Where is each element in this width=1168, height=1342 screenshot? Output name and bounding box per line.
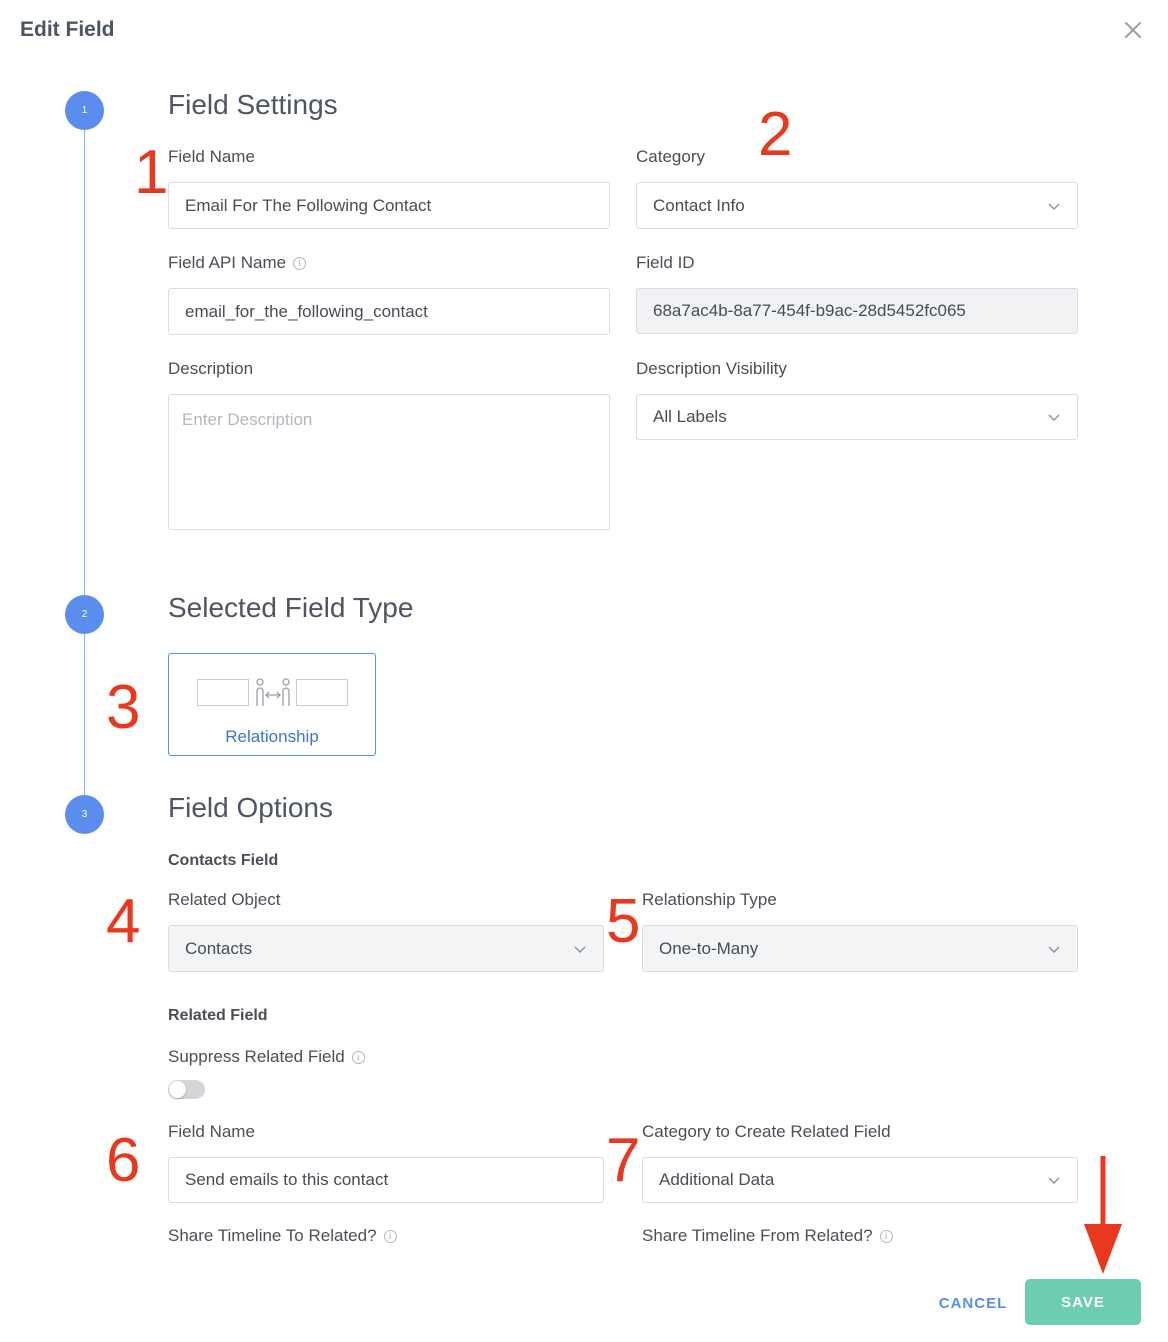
description-label: Description bbox=[168, 359, 254, 378]
contacts-field-heading: Contacts Field bbox=[168, 852, 279, 869]
annotation-3: 3 bbox=[106, 673, 141, 742]
close-button[interactable] bbox=[1122, 19, 1144, 41]
api-name-value: email_for_the_following_contact bbox=[185, 301, 428, 321]
share-to-label-text: Share Timeline To Related? bbox=[168, 1226, 377, 1245]
save-button[interactable]: SAVE bbox=[1025, 1279, 1141, 1325]
related-category-label: Category to Create Related Field bbox=[642, 1122, 891, 1141]
api-name-input[interactable]: email_for_the_following_contact bbox=[168, 288, 610, 335]
step-2-indicator: 2 bbox=[65, 595, 104, 634]
relationship-card-label: Relationship bbox=[225, 727, 319, 746]
info-icon[interactable]: i bbox=[293, 256, 307, 270]
field-settings-title: Field Settings bbox=[168, 89, 338, 120]
relationship-type-card[interactable]: Relationship bbox=[168, 653, 376, 756]
toggle-knob bbox=[169, 1081, 186, 1098]
info-icon[interactable]: i bbox=[383, 1229, 397, 1243]
selected-field-type-title: Selected Field Type bbox=[168, 592, 414, 623]
field-name-input[interactable]: Email For The Following Contact bbox=[168, 182, 610, 229]
info-icon[interactable]: i bbox=[879, 1229, 893, 1243]
relationship-icon bbox=[256, 678, 290, 706]
description-visibility-select[interactable]: All Labels bbox=[636, 394, 1078, 440]
description-visibility-label: Description Visibility bbox=[636, 359, 787, 378]
info-icon[interactable]: i bbox=[351, 1050, 365, 1064]
related-field-name-input[interactable]: Send emails to this contact bbox=[168, 1157, 604, 1203]
category-select[interactable]: Contact Info bbox=[636, 182, 1078, 229]
related-field-name-label: Field Name bbox=[168, 1122, 255, 1141]
category-label: Category bbox=[636, 147, 705, 166]
relationship-type-select[interactable]: One-to-Many bbox=[642, 925, 1078, 972]
description-visibility-value: All Labels bbox=[653, 407, 727, 426]
field-name-label: Field Name bbox=[168, 147, 255, 166]
annotation-2: 2 bbox=[758, 100, 793, 169]
related-object-label: Related Object bbox=[168, 890, 281, 909]
relationship-type-label: Relationship Type bbox=[642, 890, 777, 909]
chevron-down-icon bbox=[1048, 1177, 1060, 1184]
api-name-label-text: Field API Name bbox=[168, 253, 287, 272]
field-options-title: Field Options bbox=[168, 792, 333, 823]
related-field-heading: Related Field bbox=[168, 1007, 268, 1024]
share-timeline-from-label: Share Timeline From Related? i bbox=[642, 1226, 893, 1246]
field-name-value: Email For The Following Contact bbox=[185, 195, 432, 215]
related-category-value: Additional Data bbox=[659, 1170, 775, 1189]
relationship-type-value: One-to-Many bbox=[659, 938, 759, 958]
modal-title: Edit Field bbox=[20, 18, 115, 41]
description-placeholder: Enter Description bbox=[182, 410, 313, 429]
arrow-down-icon bbox=[1084, 1156, 1122, 1274]
relationship-box-left bbox=[197, 679, 249, 706]
annotation-4: 4 bbox=[106, 887, 141, 956]
close-icon bbox=[1125, 22, 1141, 38]
description-textarea[interactable]: Enter Description bbox=[168, 394, 610, 530]
related-object-select[interactable]: Contacts bbox=[168, 925, 604, 972]
share-from-label-text: Share Timeline From Related? bbox=[642, 1226, 873, 1245]
suppress-related-field-label: Suppress Related Field i bbox=[168, 1047, 365, 1067]
chevron-down-icon bbox=[1048, 946, 1060, 953]
relationship-box-right bbox=[296, 679, 348, 706]
related-category-select[interactable]: Additional Data bbox=[642, 1157, 1078, 1203]
annotation-6: 6 bbox=[106, 1126, 141, 1195]
suppress-related-field-toggle[interactable] bbox=[168, 1080, 205, 1099]
field-id-label: Field ID bbox=[636, 253, 695, 272]
related-field-name-value: Send emails to this contact bbox=[185, 1170, 389, 1189]
step-3-indicator: 3 bbox=[65, 795, 104, 834]
share-timeline-to-label: Share Timeline To Related? i bbox=[168, 1226, 397, 1246]
annotation-1: 1 bbox=[134, 138, 169, 207]
step-1-indicator: 1 bbox=[65, 91, 104, 130]
category-value: Contact Info bbox=[653, 195, 745, 215]
annotation-7: 7 bbox=[606, 1126, 641, 1195]
chevron-down-icon bbox=[1048, 414, 1060, 421]
cancel-button[interactable]: CANCEL bbox=[930, 1290, 1016, 1316]
field-id-value: 68a7ac4b-8a77-454f-b9ac-28d5452fc065 bbox=[653, 301, 966, 320]
chevron-down-icon bbox=[574, 946, 586, 953]
stepper-line bbox=[84, 110, 85, 815]
suppress-label-text: Suppress Related Field bbox=[168, 1047, 345, 1066]
chevron-down-icon bbox=[1048, 203, 1060, 210]
api-name-label: Field API Name i bbox=[168, 253, 307, 273]
related-object-value: Contacts bbox=[185, 938, 253, 958]
field-id-input: 68a7ac4b-8a77-454f-b9ac-28d5452fc065 bbox=[636, 288, 1078, 334]
annotation-5: 5 bbox=[606, 887, 641, 956]
